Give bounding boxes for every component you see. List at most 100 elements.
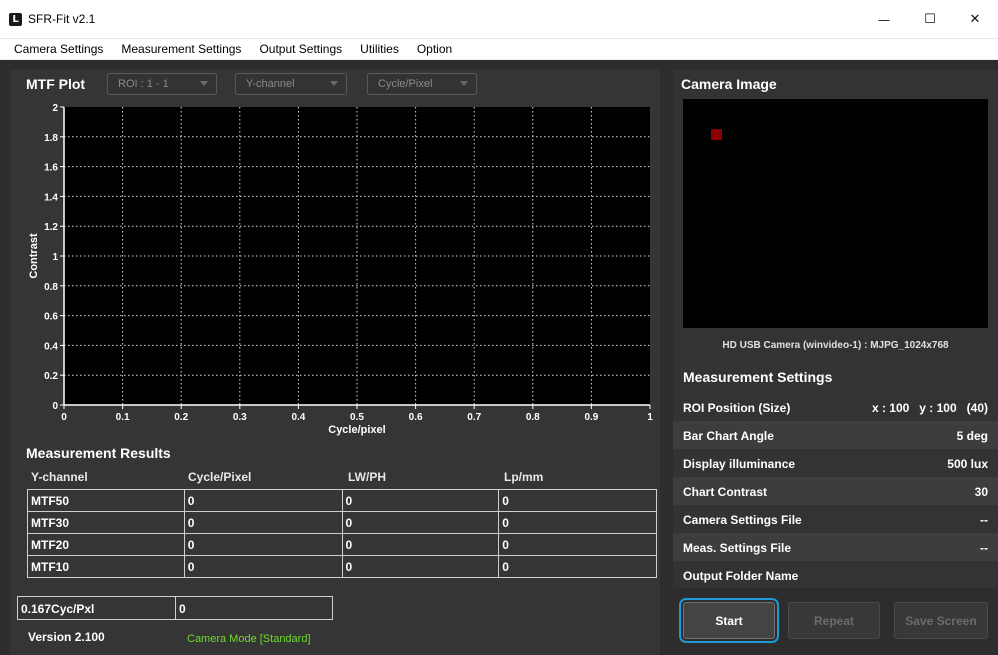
camera-caption: HD USB Camera (winvideo-1) : MJPG_1024x7… (722, 340, 949, 351)
y-tick-label: 0.6 (44, 312, 58, 323)
action-button-bar: Start Repeat Save Screen (673, 588, 998, 655)
lw-ph-value: 0 (341, 555, 500, 578)
settings-row-meas-settings-file: Meas. Settings File -- (673, 533, 998, 561)
x-tick-label: 0.5 (350, 412, 364, 423)
results-title: Measurement Results (26, 445, 171, 461)
settings-row-roi-position: ROI Position (Size) x : 100 y : 100 (40) (673, 393, 998, 421)
cycle-pixel-value: 0 (183, 489, 343, 512)
mtf-chart: 0 0.1 0.2 0.3 0.4 0.5 0.6 0.7 0.8 0.9 1 0 0.2 0.4 0.6 0… (28, 103, 653, 436)
settings-row-camera-settings-file: Camera Settings File -- (673, 505, 998, 533)
settings-value: 5 deg (956, 429, 988, 443)
header-lp-mm: Lp/mm (504, 470, 544, 484)
measurement-settings-panel: Measurement Settings ROI Position (Size)… (673, 360, 998, 588)
y-tick-label: 1 (52, 252, 58, 263)
settings-row-display-illuminance: Display illuminance 500 lux (673, 449, 998, 477)
settings-value: x : 100 y : 100 (40) (871, 401, 988, 415)
table-row: MTF30 0 0 0 (27, 511, 657, 534)
menu-option[interactable]: Option (408, 42, 461, 56)
y-tick-label: 0 (52, 401, 58, 412)
settings-label: Camera Settings File (683, 513, 802, 527)
settings-label: ROI Position (Size) (683, 401, 791, 415)
settings-row-bar-chart-angle: Bar Chart Angle 5 deg (673, 421, 998, 449)
mtf-plot-panel: MTF Plot ROI : 1 - 1 Y-channel Cycle/Pix… (10, 70, 660, 488)
version-label: Version 2.100 (28, 630, 105, 644)
x-tick-label: 0.7 (467, 412, 481, 423)
x-tick-label: 0.4 (291, 412, 305, 423)
y-tick-label: 1.6 (44, 163, 58, 174)
table-row: MTF50 0 0 0 (27, 489, 657, 512)
frequency-result-row: 0.167Cyc/Pxl 0 (17, 596, 333, 620)
x-tick-label: 0 (61, 412, 67, 423)
minimize-button[interactable]: — (861, 0, 907, 39)
header-channel: Y-channel (31, 470, 88, 484)
roi-marker[interactable] (711, 129, 722, 140)
camera-image-panel: Camera Image HD USB Camera (winvideo-1) … (673, 70, 998, 360)
y-tick-label: 1.8 (44, 133, 58, 144)
lw-ph-value: 0 (341, 511, 500, 534)
results-header: Y-channel Cycle/Pixel LW/PH Lp/mm (26, 470, 657, 488)
settings-title: Measurement Settings (683, 369, 833, 385)
app-logo-icon: L (9, 13, 22, 26)
results-table: MTF50 0 0 0 MTF30 0 0 0 MTF20 0 0 0 MTF1… (27, 489, 657, 578)
settings-row-chart-contrast: Chart Contrast 30 (673, 477, 998, 505)
x-axis-label: Cycle/pixel (328, 424, 385, 436)
header-lw-ph: LW/PH (348, 470, 386, 484)
header-cycle-pixel: Cycle/Pixel (188, 470, 252, 484)
save-screen-button[interactable]: Save Screen (894, 602, 988, 639)
title-bar: L SFR-Fit v2.1 — ☐ ✕ (0, 0, 998, 39)
lw-ph-value: 0 (341, 533, 500, 556)
settings-label: Meas. Settings File (683, 541, 792, 555)
y-tick-label: 1.4 (44, 192, 58, 203)
frequency-value: 0 (179, 602, 186, 616)
lp-mm-value: 0 (498, 555, 657, 578)
lp-mm-value: 0 (498, 489, 657, 512)
y-tick-label: 2 (52, 103, 58, 114)
menu-utilities[interactable]: Utilities (351, 42, 408, 56)
settings-label: Chart Contrast (683, 485, 768, 499)
menu-measurement-settings[interactable]: Measurement Settings (112, 42, 250, 56)
camera-image-title: Camera Image (681, 76, 777, 92)
row-label: MTF50 (27, 489, 185, 512)
camera-preview[interactable] (683, 99, 988, 328)
cycle-pixel-value: 0 (183, 555, 343, 578)
close-button[interactable]: ✕ (952, 0, 998, 39)
lw-ph-value: 0 (341, 489, 500, 512)
y-axis-label: Contrast (28, 233, 40, 279)
table-row: MTF20 0 0 0 (27, 533, 657, 556)
settings-label: Output Folder Name (683, 569, 799, 583)
settings-value: -- (980, 541, 988, 555)
y-tick-label: 0.8 (44, 282, 58, 293)
menu-bar: Camera Settings Measurement Settings Out… (0, 39, 998, 60)
lp-mm-value: 0 (498, 533, 657, 556)
maximize-button[interactable]: ☐ (907, 0, 953, 39)
lp-mm-value: 0 (498, 511, 657, 534)
cell-divider (175, 597, 176, 619)
repeat-button[interactable]: Repeat (788, 602, 880, 639)
table-row: MTF10 0 0 0 (27, 555, 657, 578)
x-tick-label: 0.8 (526, 412, 540, 423)
measurement-results-panel: Measurement Results Y-channel Cycle/Pixe… (10, 440, 660, 655)
close-icon: ✕ (969, 12, 981, 27)
x-tick-label: 0.2 (174, 412, 188, 423)
settings-value: -- (980, 513, 988, 527)
menu-output-settings[interactable]: Output Settings (250, 42, 351, 56)
settings-label: Display illuminance (683, 457, 796, 471)
settings-value: 30 (974, 485, 988, 499)
maximize-icon: ☐ (924, 12, 936, 27)
frequency-label: 0.167Cyc/Pxl (21, 602, 95, 616)
y-tick-label: 0.2 (44, 371, 58, 382)
x-tick-label: 1 (647, 412, 653, 423)
row-label: MTF20 (27, 533, 185, 556)
x-tick-label: 0.9 (584, 412, 598, 423)
main-content: MTF Plot ROI : 1 - 1 Y-channel Cycle/Pix… (0, 60, 998, 655)
menu-camera-settings[interactable]: Camera Settings (5, 42, 112, 56)
camera-mode-status: Camera Mode [Standard] (187, 633, 311, 645)
settings-row-output-folder-name: Output Folder Name (673, 561, 998, 589)
row-label: MTF10 (27, 555, 185, 578)
minimize-icon: — (878, 12, 890, 27)
y-tick-label: 0.4 (44, 341, 58, 352)
start-button[interactable]: Start (679, 598, 779, 643)
cycle-pixel-value: 0 (183, 533, 343, 556)
settings-label: Bar Chart Angle (683, 429, 774, 443)
y-tick-label: 1.2 (44, 222, 58, 233)
